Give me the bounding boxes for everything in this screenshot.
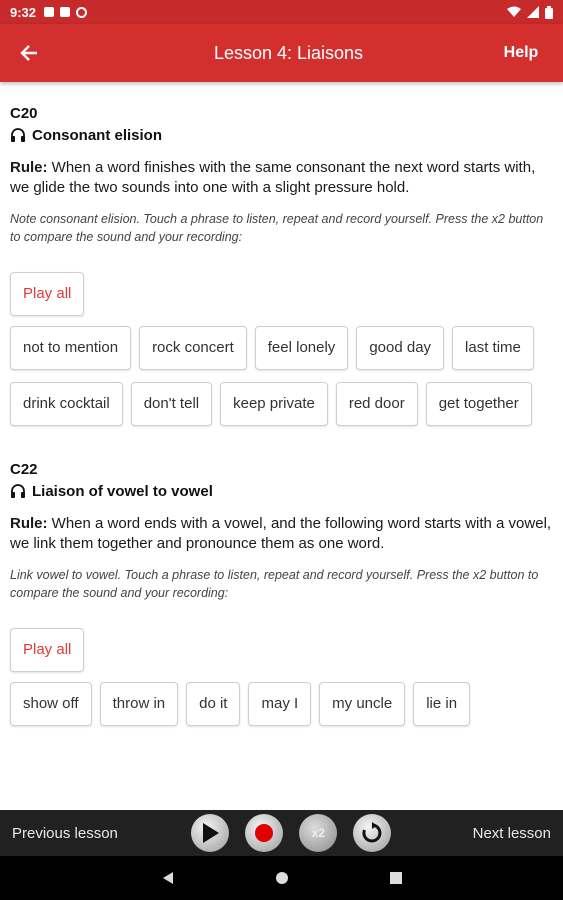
replay-button[interactable] (353, 814, 392, 852)
status-time: 9:32 (10, 4, 37, 20)
phrase-button[interactable]: red door (335, 382, 418, 426)
section-subtitle: Liaison of vowel to vowel (10, 480, 553, 502)
record-button[interactable] (245, 814, 284, 852)
sync-icon (76, 6, 88, 18)
headphones-icon (11, 128, 25, 142)
lesson-content[interactable]: C20 Consonant elision Rule: When a word … (0, 82, 563, 810)
rule-label: Rule: (10, 515, 48, 532)
rule-text: Rule: When a word ends with a vowel, and… (10, 514, 553, 554)
nav-home-icon[interactable] (275, 871, 289, 885)
record-icon (255, 824, 274, 842)
phrase-button[interactable]: good day (356, 326, 445, 370)
phrase-button[interactable]: lie in (413, 682, 471, 726)
phrase-button[interactable]: don't tell (130, 382, 213, 426)
section-subtitle-text: Consonant elision (32, 126, 163, 144)
system-nav-bar (0, 856, 563, 900)
replay-icon (362, 822, 382, 843)
phrase-button[interactable]: drink cocktail (10, 382, 123, 426)
play-all-button[interactable]: Play all (10, 628, 85, 672)
notification-icon (44, 7, 55, 17)
signal-icon (527, 6, 539, 18)
phrase-button[interactable]: feel lonely (254, 326, 349, 370)
phrase-list: show off throw in do it may I my uncle l… (10, 682, 553, 726)
play-icon (203, 823, 220, 843)
wifi-icon (507, 6, 521, 17)
instruction-note: Link vowel to vowel. Touch a phrase to l… (10, 568, 539, 600)
previous-lesson-button[interactable]: Previous lesson (0, 825, 130, 842)
play-all-row: Play all (10, 628, 553, 672)
page-title: Lesson 4: Liaisons (213, 42, 364, 63)
rule-text: Rule: When a word finishes with the same… (10, 158, 553, 198)
playback-controls: Previous lesson x2 Next lesson (0, 810, 563, 856)
instruction-note: Note consonant elision. Touch a phrase t… (10, 212, 544, 244)
phrase-list: not to mention rock concert feel lonely … (10, 326, 553, 426)
rule-body: When a word ends with a vowel, and the f… (10, 515, 552, 552)
phrase-button[interactable]: do it (186, 682, 241, 726)
x2-icon: x2 (311, 826, 325, 840)
phrase-button[interactable]: rock concert (139, 326, 247, 370)
section-code: C22 (10, 461, 38, 478)
nav-back-icon[interactable] (161, 871, 175, 885)
section-code: C20 (10, 105, 38, 122)
battery-icon (545, 5, 553, 19)
compare-x2-button[interactable]: x2 (299, 814, 338, 852)
phrase-button[interactable]: last time (452, 326, 534, 370)
phrase-button[interactable]: show off (10, 682, 92, 726)
section-subtitle-text: Liaison of vowel to vowel (32, 482, 213, 500)
phrase-button[interactable]: my uncle (319, 682, 406, 726)
play-button[interactable] (191, 814, 230, 852)
media-buttons: x2 (122, 814, 461, 852)
help-button[interactable]: Help (479, 44, 563, 62)
play-all-button[interactable]: Play all (10, 272, 85, 316)
headphones-icon (11, 484, 25, 498)
phrase-button[interactable]: keep private (220, 382, 328, 426)
status-bar: 9:32 (0, 0, 563, 24)
play-all-row: Play all (10, 272, 553, 316)
rule-label: Rule: (10, 159, 48, 176)
phrase-button[interactable]: not to mention (10, 326, 132, 370)
nav-recents-icon[interactable] (389, 871, 403, 885)
section-c22: C22 Liaison of vowel to vowel Rule: When… (10, 460, 553, 726)
arrow-left-icon (20, 45, 37, 61)
next-lesson-button[interactable]: Next lesson (461, 825, 563, 842)
section-c20: C20 Consonant elision Rule: When a word … (10, 104, 553, 426)
rule-body: When a word finishes with the same conso… (10, 159, 536, 196)
phrase-button[interactable]: get together (425, 382, 532, 426)
section-subtitle: Consonant elision (10, 124, 553, 146)
storage-icon (60, 7, 71, 17)
back-button[interactable] (0, 24, 58, 82)
app-bar: Lesson 4: Liaisons Help (0, 24, 563, 82)
phrase-button[interactable]: may I (248, 682, 312, 726)
phrase-button[interactable]: throw in (99, 682, 179, 726)
